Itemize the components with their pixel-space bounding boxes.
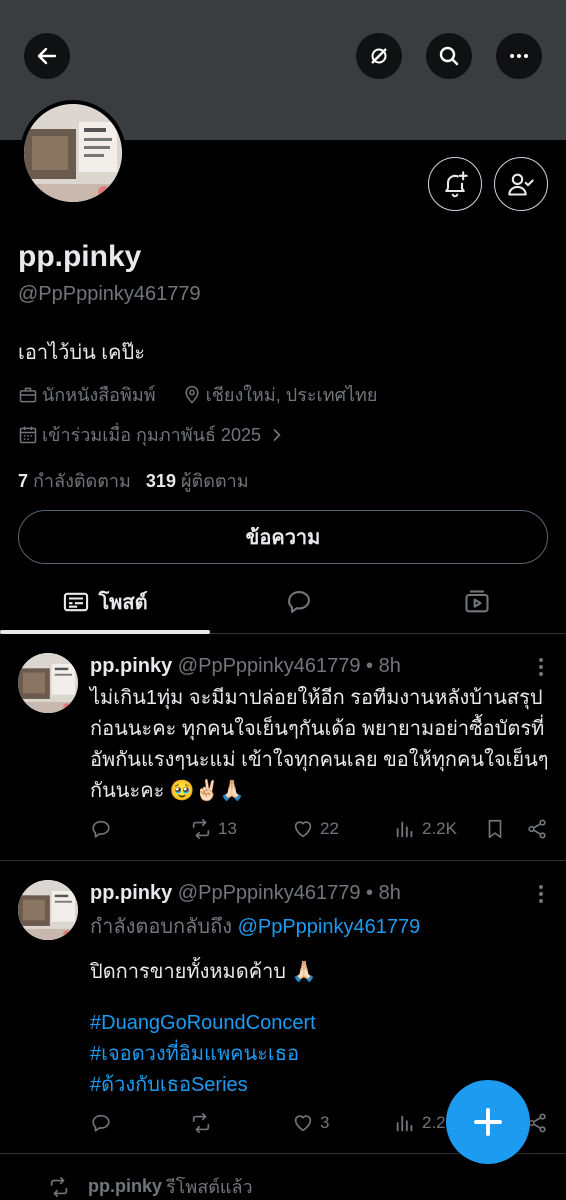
repost-notice-name[interactable]: pp.pinky xyxy=(88,1176,162,1197)
reply-to-link[interactable]: @PpPppinky461779 xyxy=(238,916,421,938)
compose-button[interactable] xyxy=(446,1080,530,1164)
share-button[interactable] xyxy=(526,818,554,840)
repost-icon xyxy=(192,819,210,839)
profile-joined: เข้าร่วมเมื่อ กุมภาพันธ์ 2025 xyxy=(42,425,261,445)
post-header: pp.pinky @PpPppinky461779 • 8h xyxy=(90,882,401,905)
profile-avatar[interactable] xyxy=(20,100,126,206)
profile-tabs: โพสต์ xyxy=(0,572,566,634)
bookmark-button[interactable] xyxy=(484,818,512,840)
profile-job: นักหนังสือพิมพ์ xyxy=(42,385,156,405)
tab-posts-label: โพสต์ xyxy=(98,592,148,614)
like-button[interactable]: 3 xyxy=(292,1112,329,1134)
profile-joined-row[interactable]: เข้าร่วมเมื่อ กุมภาพันธ์ 2025 xyxy=(18,420,291,449)
plus-icon xyxy=(474,1108,502,1136)
follow-counts: 7 กำลังติดตาม 319 ผู้ติดตาม xyxy=(18,466,249,495)
view-count: 2.2 xyxy=(422,1113,446,1132)
profile-handle: @PpPppinky461779 xyxy=(18,283,201,305)
back-button[interactable] xyxy=(24,33,70,79)
heart-icon xyxy=(294,821,312,838)
post-actions: 13 22 2.2K xyxy=(90,818,560,848)
reply-context: กำลังตอบกลับถึง @PpPppinky461779 xyxy=(90,912,550,943)
notifications-button[interactable] xyxy=(428,157,482,211)
profile-bio: เอาไว้บ่น เคป๊ะ xyxy=(18,342,145,364)
profile-location: เชียงใหม่, ประเทศไทย xyxy=(205,385,378,405)
followers-count: 319 xyxy=(145,471,176,491)
hashtag-link[interactable]: #DuangGoRoundConcert xyxy=(90,1008,550,1039)
followers-label: ผู้ติดตาม xyxy=(180,471,249,491)
heart-icon xyxy=(294,1115,312,1132)
more-horizontal-icon xyxy=(510,54,528,58)
tab-replies[interactable] xyxy=(210,572,388,632)
share-icon xyxy=(528,819,546,839)
like-button[interactable]: 22 xyxy=(292,818,339,840)
repost-notice-label: รีโพสต์แล้ว xyxy=(166,1177,253,1197)
views-chart-icon xyxy=(396,821,413,838)
post-header: pp.pinky @PpPppinky461779 • 8h xyxy=(90,655,401,678)
active-tab-indicator xyxy=(0,630,210,634)
more-vertical-icon[interactable] xyxy=(538,884,544,904)
post-avatar[interactable] xyxy=(18,880,78,940)
avatar-photo xyxy=(18,653,78,713)
repost-button[interactable]: 13 xyxy=(190,818,237,840)
post-item[interactable]: pp.pinky @PpPppinky461779 • 8h ไม่เกิน1ท… xyxy=(0,635,566,861)
video-media-icon xyxy=(465,590,489,613)
avatar-photo xyxy=(24,104,122,202)
post-text: ไม่เกิน1ทุ่ม จะมีมาปล่อยให้อีก รอทีมงานห… xyxy=(90,687,549,802)
like-count: 22 xyxy=(320,819,339,838)
repost-count: 13 xyxy=(218,819,237,838)
post-avatar[interactable] xyxy=(18,653,78,713)
user-check-icon xyxy=(508,173,534,196)
post-handle-time: @PpPppinky461779 • 8h xyxy=(177,882,401,904)
following-label: กำลังติดตาม xyxy=(33,471,131,491)
profile-meta-row: นักหนังสือพิมพ์ เชียงใหม่, ประเทศไทย xyxy=(18,380,377,409)
bell-plus-icon xyxy=(445,171,468,198)
posts-icon xyxy=(64,592,89,612)
repost-icon xyxy=(50,1176,68,1197)
followers-link[interactable]: 319 ผู้ติดตาม xyxy=(146,471,249,491)
briefcase-icon xyxy=(19,387,37,402)
following-count: 7 xyxy=(18,471,29,491)
following-link[interactable]: 7 กำลังติดตาม xyxy=(18,471,131,491)
grok-button[interactable] xyxy=(356,33,402,79)
views-button[interactable]: 2.2 xyxy=(394,1112,446,1134)
arrow-left-icon xyxy=(37,47,57,65)
reply-icon xyxy=(92,1114,110,1132)
more-options-button[interactable] xyxy=(496,33,542,79)
post-text: ปิดการขายทั้งหมดค้าบ 🙏🏻 xyxy=(90,961,317,983)
repost-button[interactable] xyxy=(190,1112,218,1134)
bookmark-icon xyxy=(488,819,502,839)
repost-icon xyxy=(192,1113,210,1133)
view-count: 2.2K xyxy=(422,819,457,838)
profile-name: pp.pinky xyxy=(18,240,142,273)
like-count: 3 xyxy=(320,1113,330,1132)
tab-media[interactable] xyxy=(388,572,566,632)
speech-bubble-icon xyxy=(288,591,310,613)
reply-button[interactable] xyxy=(90,1112,118,1134)
reply-button[interactable] xyxy=(90,818,118,840)
reply-icon xyxy=(92,820,110,838)
location-pin-icon xyxy=(184,385,199,404)
grok-icon xyxy=(371,48,387,64)
search-button[interactable] xyxy=(426,33,472,79)
calendar-icon xyxy=(19,426,37,443)
repost-notice: pp.pinky รีโพสต์แล้ว xyxy=(48,1172,253,1200)
share-button[interactable] xyxy=(526,1112,554,1134)
reply-prefix: กำลังตอบกลับถึง xyxy=(90,916,232,938)
avatar-photo xyxy=(18,880,78,940)
message-button[interactable]: ข้อความ xyxy=(18,510,548,564)
views-button[interactable]: 2.2K xyxy=(394,818,457,840)
more-vertical-icon[interactable] xyxy=(538,657,544,677)
tab-posts[interactable]: โพสต์ xyxy=(0,572,210,632)
chevron-right-icon xyxy=(273,428,281,441)
post-handle-time: @PpPppinky461779 • 8h xyxy=(177,655,401,677)
post-author-name[interactable]: pp.pinky xyxy=(90,882,172,904)
search-icon xyxy=(439,46,459,66)
hashtag-link[interactable]: #เจอดวงที่อิมแพคนะเธอ xyxy=(90,1039,550,1070)
views-chart-icon xyxy=(396,1115,413,1132)
post-author-name[interactable]: pp.pinky xyxy=(90,655,172,677)
following-status-button[interactable] xyxy=(494,157,548,211)
